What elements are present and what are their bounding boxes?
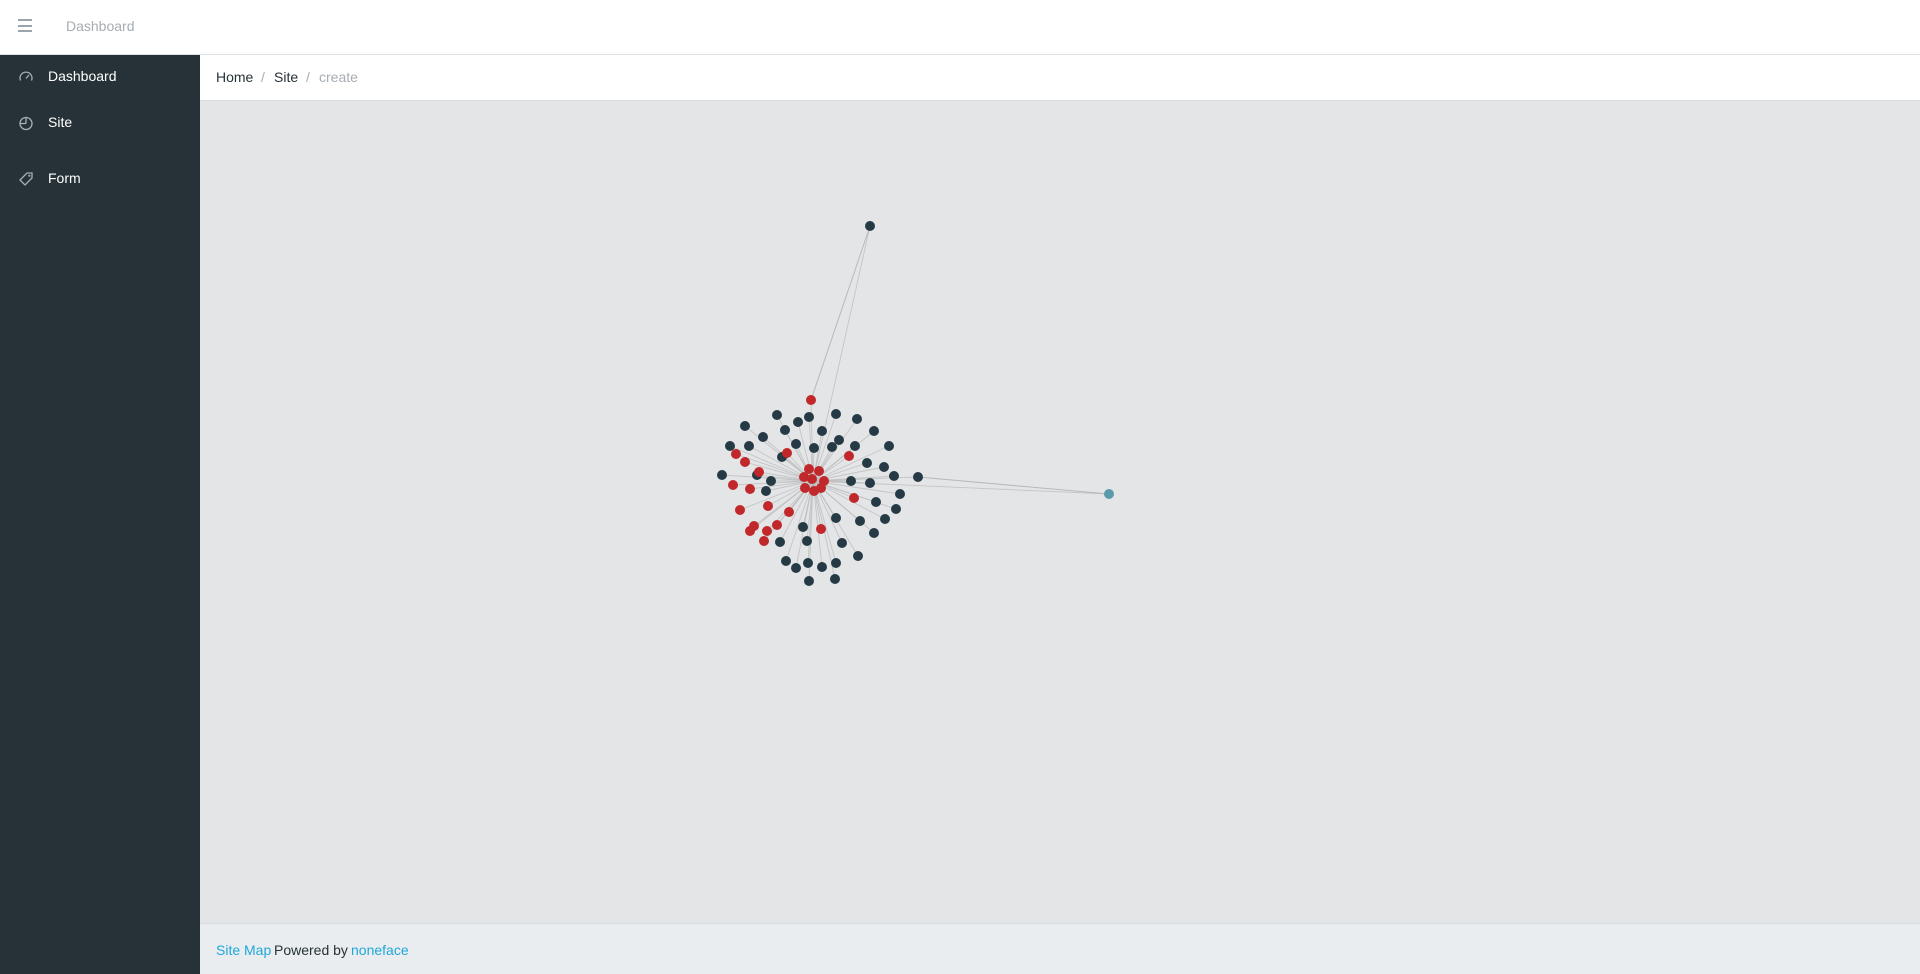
- graph-node[interactable]: [895, 489, 905, 499]
- graph-node[interactable]: [793, 417, 803, 427]
- graph-node[interactable]: [884, 441, 894, 451]
- breadcrumb-site[interactable]: Site: [274, 69, 298, 85]
- graph-node[interactable]: [879, 462, 889, 472]
- graph-node[interactable]: [791, 563, 801, 573]
- network-graph[interactable]: [200, 101, 1920, 923]
- sitemap-link[interactable]: Site Map: [216, 942, 271, 958]
- graph-node[interactable]: [772, 410, 782, 420]
- graph-node[interactable]: [831, 513, 841, 523]
- graph-node[interactable]: [913, 472, 923, 482]
- tag-icon: [19, 172, 33, 186]
- graph-node[interactable]: [853, 551, 863, 561]
- graph-node[interactable]: [869, 528, 879, 538]
- graph-node-red[interactable]: [849, 493, 859, 503]
- graph-node[interactable]: [725, 441, 735, 451]
- sidebar-item-form[interactable]: Form: [0, 159, 200, 199]
- graph-node[interactable]: [804, 412, 814, 422]
- graph-node[interactable]: [846, 476, 856, 486]
- graph-node[interactable]: [804, 576, 814, 586]
- graph-node[interactable]: [809, 443, 819, 453]
- graph-node[interactable]: [775, 537, 785, 547]
- sidebar-item-label: Form: [48, 170, 81, 186]
- graph-node[interactable]: [798, 522, 808, 532]
- graph-node[interactable]: [865, 221, 875, 231]
- breadcrumb-separator: /: [306, 69, 310, 85]
- graph-node-red[interactable]: [816, 524, 826, 534]
- graph-node[interactable]: [827, 442, 837, 452]
- graph-node[interactable]: [744, 441, 754, 451]
- breadcrumb: Home / Site / create: [200, 55, 1920, 101]
- sidebar-item-site[interactable]: Site: [0, 103, 200, 143]
- graph-node[interactable]: [831, 409, 841, 419]
- graph-node[interactable]: [758, 432, 768, 442]
- graph-node[interactable]: [889, 471, 899, 481]
- graph-node-red[interactable]: [762, 526, 772, 536]
- graph-node-red[interactable]: [807, 474, 817, 484]
- graph-node[interactable]: [761, 486, 771, 496]
- graph-node-red[interactable]: [745, 526, 755, 536]
- graph-node-red[interactable]: [814, 466, 824, 476]
- graph-nodes[interactable]: [717, 221, 1114, 586]
- graph-node[interactable]: [781, 556, 791, 566]
- graph-node[interactable]: [850, 441, 860, 451]
- sidebar-item-dashboard[interactable]: Dashboard: [0, 57, 200, 97]
- footer: Site Map Powered by noneface: [200, 923, 1920, 974]
- site-map-graph[interactable]: [200, 101, 1920, 923]
- graph-node[interactable]: [865, 478, 875, 488]
- graph-node[interactable]: [740, 421, 750, 431]
- graph-node-red[interactable]: [735, 505, 745, 515]
- top-navbar: Dashboard: [0, 0, 1920, 55]
- graph-node[interactable]: [880, 514, 890, 524]
- speedometer-icon: [19, 71, 33, 81]
- graph-node-red[interactable]: [728, 480, 738, 490]
- graph-node-red[interactable]: [745, 484, 755, 494]
- graph-node[interactable]: [830, 574, 840, 584]
- pie-chart-icon: [19, 116, 33, 131]
- graph-node[interactable]: [817, 426, 827, 436]
- graph-node-red[interactable]: [754, 467, 764, 477]
- graph-node[interactable]: [837, 538, 847, 548]
- footer-powered-text: Powered by: [274, 942, 348, 958]
- graph-node-teal[interactable]: [1104, 489, 1114, 499]
- graph-node-red[interactable]: [731, 449, 741, 459]
- author-link[interactable]: noneface: [351, 942, 409, 958]
- sidebar: Dashboard Site Form: [0, 55, 200, 974]
- graph-node[interactable]: [891, 504, 901, 514]
- graph-node-red[interactable]: [759, 536, 769, 546]
- main-content: Home / Site / create Site Map Powered by…: [200, 55, 1920, 974]
- graph-node-red[interactable]: [763, 501, 773, 511]
- graph-node-red[interactable]: [784, 507, 794, 517]
- graph-node-red[interactable]: [740, 457, 750, 467]
- graph-edge: [810, 225, 871, 401]
- graph-node[interactable]: [855, 516, 865, 526]
- graph-node[interactable]: [871, 497, 881, 507]
- breadcrumb-home[interactable]: Home: [216, 69, 253, 85]
- graph-node[interactable]: [852, 414, 862, 424]
- graph-node[interactable]: [862, 458, 872, 468]
- navbar-title[interactable]: Dashboard: [66, 18, 135, 34]
- graph-edge: [917, 476, 1110, 495]
- breadcrumb-separator: /: [261, 69, 265, 85]
- graph-node-red[interactable]: [782, 448, 792, 458]
- graph-node-red[interactable]: [806, 395, 816, 405]
- graph-node[interactable]: [766, 476, 776, 486]
- graph-node[interactable]: [803, 558, 813, 568]
- graph-node[interactable]: [791, 439, 801, 449]
- graph-node[interactable]: [802, 536, 812, 546]
- graph-node-red[interactable]: [800, 483, 810, 493]
- breadcrumb-current: create: [319, 69, 358, 85]
- graph-node[interactable]: [717, 470, 727, 480]
- graph-node[interactable]: [831, 558, 841, 568]
- graph-node-red[interactable]: [772, 520, 782, 530]
- sidebar-item-label: Dashboard: [48, 68, 117, 84]
- graph-node[interactable]: [869, 426, 879, 436]
- graph-node-red[interactable]: [844, 451, 854, 461]
- graph-node[interactable]: [780, 425, 790, 435]
- graph-node-red[interactable]: [816, 483, 826, 493]
- hamburger-menu-icon[interactable]: [18, 19, 32, 32]
- sidebar-item-label: Site: [48, 114, 73, 130]
- graph-node[interactable]: [817, 562, 827, 572]
